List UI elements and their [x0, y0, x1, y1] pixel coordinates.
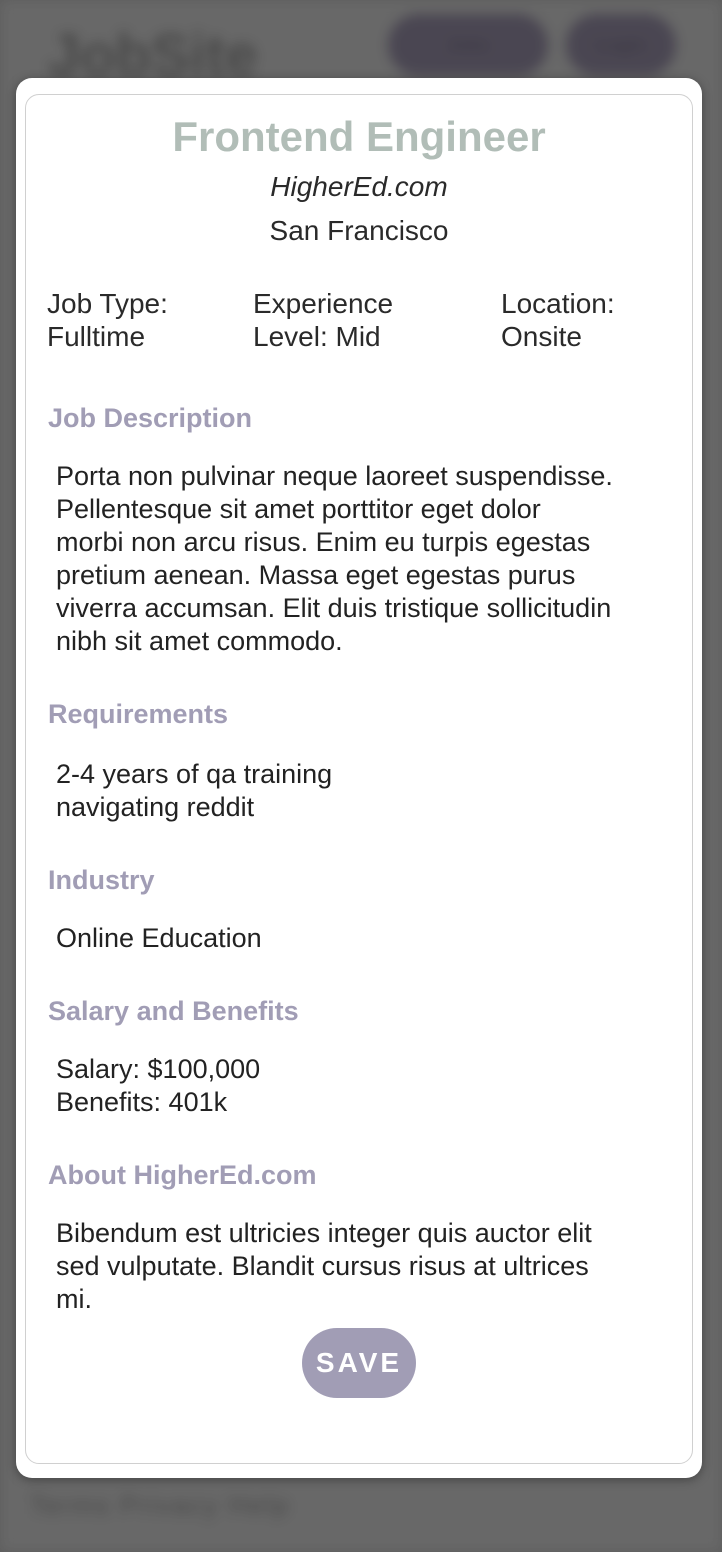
- description-line: Pellentesque sit amet porttitor eget dol…: [56, 494, 541, 524]
- experience-value: Level: Mid: [253, 321, 381, 352]
- salary-benefits-heading: Salary and Benefits: [48, 996, 299, 1026]
- about-line: mi.: [56, 1284, 92, 1314]
- company-name: HigherEd.com: [270, 171, 448, 202]
- experience-level-info: Experience Level: Mid: [253, 287, 463, 353]
- job-detail-modal: Frontend Engineer HigherEd.com San Franc…: [16, 78, 702, 1478]
- description-line: Porta non pulvinar neque laoreet suspend…: [56, 461, 613, 491]
- benefits-value: Benefits: 401k: [56, 1087, 228, 1117]
- description-line: nibh sit amet commodo.: [56, 626, 343, 656]
- requirements-list: 2-4 years of qa training navigating redd…: [56, 758, 676, 824]
- description-line: pretium aenean. Massa eget egestas purus: [56, 560, 576, 590]
- industry-text: Online Education: [56, 922, 676, 955]
- job-type-value: Fulltime: [47, 321, 146, 352]
- salary-value: Salary: $100,000: [56, 1054, 261, 1084]
- description-line: viverra accumsan. Elit duis tristique so…: [56, 593, 612, 623]
- job-description-text: Porta non pulvinar neque laoreet suspend…: [56, 460, 676, 658]
- job-type-label: Job Type:: [47, 288, 168, 319]
- description-line: morbi non arcu risus. Enim eu turpis ege…: [56, 527, 591, 557]
- industry-value: Online Education: [56, 923, 262, 953]
- save-button[interactable]: SAVE: [302, 1328, 416, 1398]
- requirements-heading: Requirements: [48, 699, 229, 729]
- job-type-info: Job Type: Fulltime: [47, 287, 227, 353]
- experience-label: Experience: [253, 288, 394, 319]
- about-company-text: Bibendum est ultricies integer quis auct…: [56, 1217, 676, 1316]
- job-city: San Francisco: [269, 215, 449, 246]
- job-detail-card: Frontend Engineer HigherEd.com San Franc…: [25, 94, 693, 1464]
- salary-benefits-text: Salary: $100,000 Benefits: 401k: [56, 1053, 676, 1119]
- job-title: Frontend Engineer: [172, 113, 546, 160]
- about-line: sed vulputate. Blandit cursus risus at u…: [56, 1251, 589, 1281]
- location-value: Onsite: [501, 321, 582, 352]
- about-company-heading: About HigherEd.com: [48, 1160, 317, 1190]
- job-description-heading: Job Description: [48, 403, 253, 433]
- requirement-item: navigating reddit: [56, 792, 255, 822]
- about-line: Bibendum est ultricies integer quis auct…: [56, 1218, 592, 1248]
- location-type-info: Location: Onsite: [501, 287, 671, 353]
- location-label: Location:: [501, 288, 615, 319]
- requirement-item: 2-4 years of qa training: [56, 759, 333, 789]
- industry-heading: Industry: [48, 865, 155, 895]
